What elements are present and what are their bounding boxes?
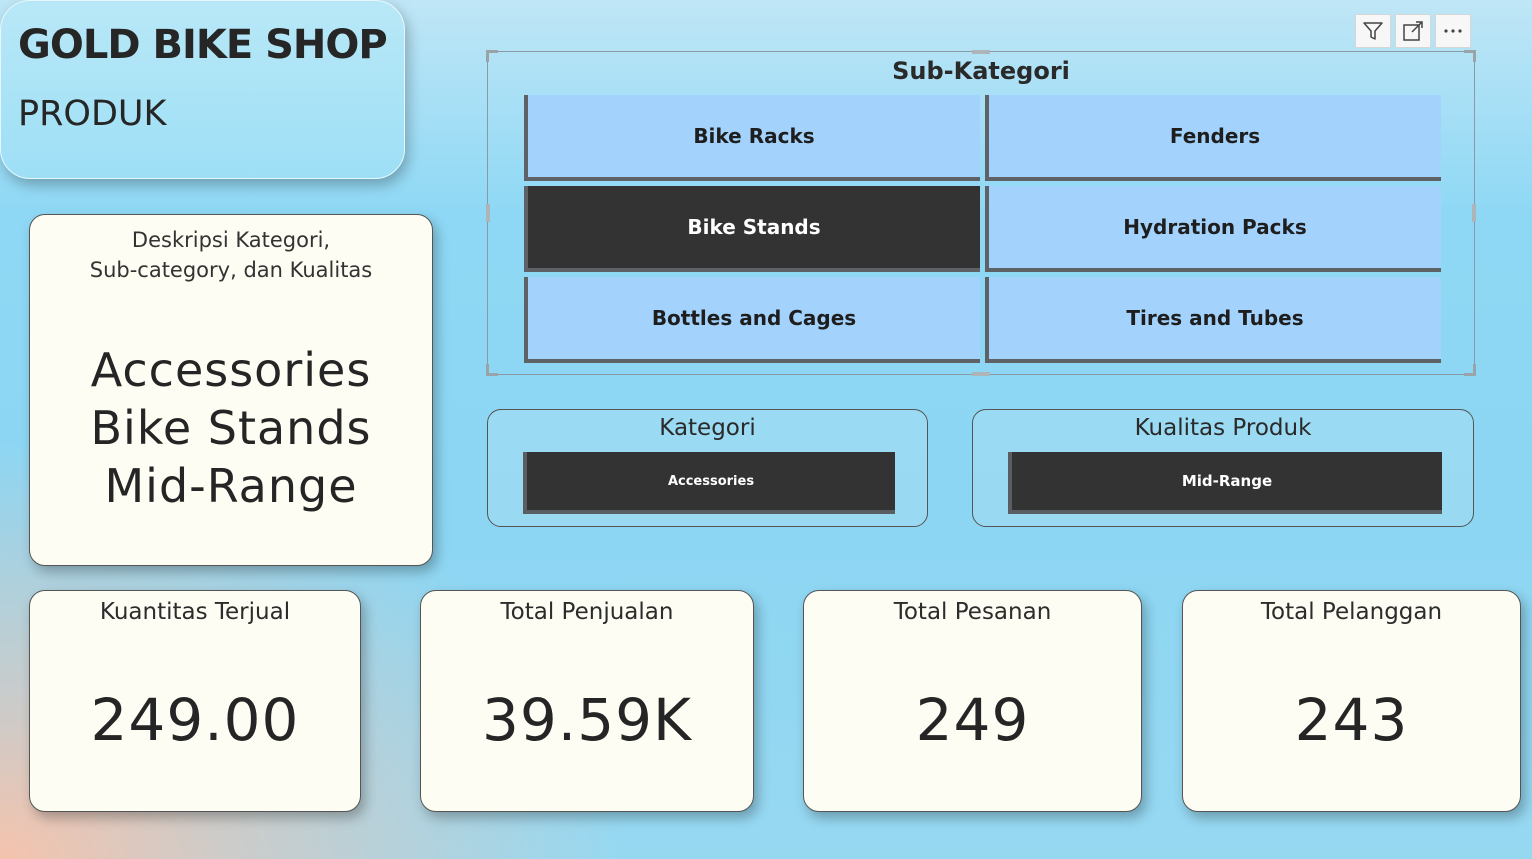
tile-fenders[interactable]: Fenders xyxy=(985,95,1441,181)
description-category: Accessories xyxy=(90,343,372,397)
subcategory-tile-grid: Bike Racks Fenders Bike Stands Hydration… xyxy=(524,95,1441,363)
kualitas-slicer-title: Kualitas Produk xyxy=(1134,415,1312,441)
kpi-value: 249.00 xyxy=(90,686,300,754)
kpi-card-customers: Total Pelanggan 243 xyxy=(1182,590,1521,812)
description-subcategory: Bike Stands xyxy=(90,401,372,455)
resize-handle[interactable] xyxy=(1464,364,1476,376)
more-options-icon xyxy=(1444,29,1462,33)
visual-toolbar xyxy=(1355,14,1471,48)
description-heading-line1: Deskripsi Kategori, xyxy=(131,228,331,252)
kpi-label: Kuantitas Terjual xyxy=(99,599,291,625)
kategori-option-accessories[interactable]: Accessories xyxy=(523,452,895,514)
kpi-card-orders: Total Pesanan 249 xyxy=(803,590,1142,812)
kpi-card-sales: Total Penjualan 39.59K xyxy=(420,590,754,812)
tile-bike-stands[interactable]: Bike Stands xyxy=(524,186,980,272)
focus-mode-button[interactable] xyxy=(1395,14,1431,48)
tile-tires-and-tubes[interactable]: Tires and Tubes xyxy=(985,277,1441,363)
kpi-value: 243 xyxy=(1294,686,1409,754)
filter-button[interactable] xyxy=(1355,14,1391,48)
kpi-label: Total Pelanggan xyxy=(1260,599,1443,625)
tile-hydration-packs[interactable]: Hydration Packs xyxy=(985,186,1441,272)
kualitas-slicer: Kualitas Produk Mid-Range xyxy=(972,409,1474,527)
subcategory-slicer[interactable]: Sub-Kategori Bike Racks Fenders Bike Sta… xyxy=(486,50,1476,376)
tile-bike-racks[interactable]: Bike Racks xyxy=(524,95,980,181)
resize-handle[interactable] xyxy=(1472,204,1476,222)
description-heading-line2: Sub-category, dan Kualitas xyxy=(89,258,373,282)
filter-icon xyxy=(1363,22,1383,40)
kualitas-option-mid-range[interactable]: Mid-Range xyxy=(1008,452,1442,514)
description-card: Deskripsi Kategori, Sub-category, dan Ku… xyxy=(29,214,433,566)
kpi-card-quantity: Kuantitas Terjual 249.00 xyxy=(29,590,361,812)
page-subtitle: PRODUK xyxy=(18,94,167,134)
more-options-button[interactable] xyxy=(1435,14,1471,48)
tile-bottles-and-cages[interactable]: Bottles and Cages xyxy=(524,277,980,363)
description-quality: Mid-Range xyxy=(104,459,358,513)
app-title: GOLD BIKE SHOP xyxy=(18,22,388,68)
resize-handle[interactable] xyxy=(486,364,498,376)
kategori-slicer: Kategori Accessories xyxy=(487,409,928,527)
kpi-label: Total Pesanan xyxy=(893,599,1052,625)
kpi-value: 249 xyxy=(915,686,1030,754)
resize-handle[interactable] xyxy=(972,50,990,54)
resize-handle[interactable] xyxy=(486,204,490,222)
kpi-value: 39.59K xyxy=(481,686,693,754)
description-heading: Deskripsi Kategori, Sub-category, dan Ku… xyxy=(30,225,432,285)
title-card: GOLD BIKE SHOP PRODUK xyxy=(0,0,405,179)
kategori-slicer-title: Kategori xyxy=(659,415,756,441)
resize-handle[interactable] xyxy=(972,372,990,376)
subcategory-slicer-title: Sub-Kategori xyxy=(892,57,1070,85)
description-values: Accessories Bike Stands Mid-Range xyxy=(30,341,432,515)
focus-mode-icon xyxy=(1403,21,1423,41)
kpi-label: Total Penjualan xyxy=(500,599,674,625)
